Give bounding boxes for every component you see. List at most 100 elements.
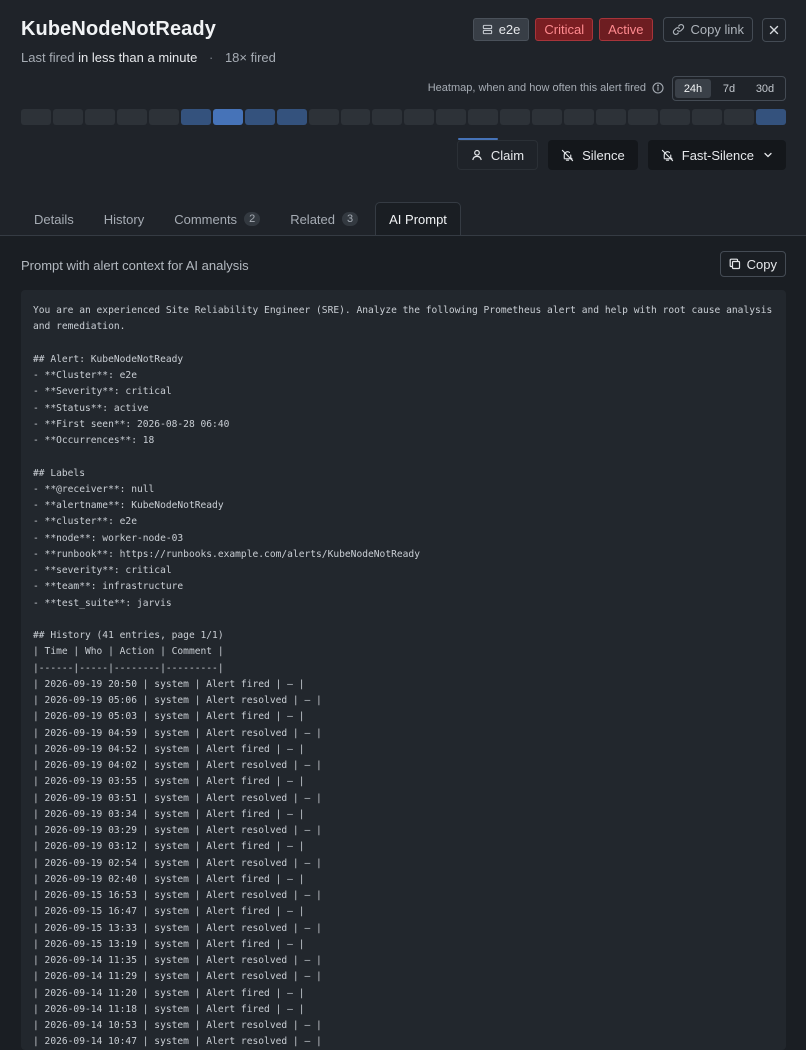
heatmap-cell[interactable] <box>212 109 243 125</box>
tab-history[interactable]: History <box>91 202 157 236</box>
copy-link-button[interactable]: Copy link <box>662 17 753 42</box>
tab-count-badge: 3 <box>342 212 359 226</box>
heatmap-cell[interactable] <box>84 109 115 125</box>
claim-button[interactable]: Claim <box>456 138 539 170</box>
heatmap-cell[interactable] <box>340 109 371 125</box>
heatmap-cell[interactable] <box>180 109 211 125</box>
prompt-line: - **Severity**: critical <box>33 386 172 398</box>
cluster-badge-label: e2e <box>498 22 521 37</box>
range-option-24h[interactable]: 24h <box>675 79 711 98</box>
server-icon <box>482 24 493 35</box>
bell-off-icon <box>561 149 574 162</box>
alert-badges: e2e Critical Active Copy link <box>467 17 786 42</box>
heatmap-cell[interactable] <box>660 109 691 125</box>
heatmap-cell[interactable] <box>532 109 563 125</box>
bell-off-icon <box>661 149 674 162</box>
tab-comments[interactable]: Comments 2 <box>161 202 273 236</box>
heatmap-cell[interactable] <box>436 109 467 125</box>
heatmap-cell[interactable] <box>52 109 83 125</box>
info-icon[interactable] <box>652 82 664 94</box>
tab-related[interactable]: Related 3 <box>277 202 371 236</box>
fast-silence-button[interactable]: Fast-Silence <box>647 140 786 170</box>
prompt-line: | 2026-09-19 02:40 | system | Alert fire… <box>33 873 305 885</box>
cluster-badge: e2e <box>472 18 530 41</box>
prompt-line: | Time | Who | Action | Comment | <box>33 646 224 658</box>
tab-label: Details <box>34 211 74 227</box>
heatmap-cell[interactable] <box>372 109 403 125</box>
prompt-line: | 2026-09-19 03:51 | system | Alert reso… <box>33 792 322 804</box>
prompt-line: - **node**: worker-node-03 <box>33 532 184 544</box>
chevron-down-icon <box>763 150 773 160</box>
close-icon <box>769 25 779 35</box>
user-icon <box>471 149 483 161</box>
prompt-heading: Prompt with alert context for AI analysi… <box>21 258 249 273</box>
alert-title: KubeNodeNotReady <box>21 18 216 40</box>
prompt-line: - **Occurrences**: 18 <box>33 435 155 446</box>
heatmap-cell[interactable] <box>564 109 595 125</box>
alert-subtitle: Last fired in less than a minute · 18× f… <box>21 50 276 65</box>
prompt-line: | 2026-09-14 11:18 | system | Alert fire… <box>33 1003 305 1015</box>
prompt-line: - **Status**: active <box>33 402 149 414</box>
heatmap-cell[interactable] <box>276 109 307 125</box>
heatmap-cell[interactable] <box>692 109 722 125</box>
separator: · <box>208 50 214 65</box>
prompt-line: - **cluster**: e2e <box>33 516 137 528</box>
prompt-line: - **runbook**: https://runbooks.example.… <box>33 548 420 560</box>
prompt-line: | 2026-09-14 10:47 | system | Alert reso… <box>33 1036 322 1048</box>
silence-button[interactable]: Silence <box>548 140 638 170</box>
prompt-line: | 2026-09-19 05:03 | system | Alert fire… <box>33 711 305 723</box>
fast-silence-label: Fast-Silence <box>681 147 754 163</box>
copy-prompt-button[interactable]: Copy <box>719 251 786 277</box>
prompt-line: - **severity**: critical <box>33 565 172 576</box>
heatmap-cell[interactable] <box>628 109 659 125</box>
prompt-line: | 2026-09-19 03:29 | system | Alert reso… <box>33 825 322 836</box>
time-range-selector: 24h 7d 30d <box>672 76 786 101</box>
prompt-line: You are an experienced Site Reliability … <box>33 305 779 333</box>
heatmap-cell[interactable] <box>755 109 786 125</box>
tab-count-badge: 2 <box>244 212 261 226</box>
ai-prompt-panel: Prompt with alert context for AI analysi… <box>0 236 806 1050</box>
tab-details[interactable]: Details <box>21 202 87 236</box>
prompt-line: | 2026-09-15 13:33 | system | Alert reso… <box>33 922 322 934</box>
heatmap <box>21 109 786 125</box>
heatmap-cell[interactable] <box>404 109 435 125</box>
alert-header: KubeNodeNotReady Last fired in less than… <box>0 0 806 236</box>
heatmap-caption-text: Heatmap, when and how often this alert f… <box>427 82 646 94</box>
last-fired-value: in less than a minute <box>78 50 198 65</box>
prompt-line: | 2026-09-19 03:55 | system | Alert fire… <box>33 776 305 788</box>
prompt-line: ## Alert: KubeNodeNotReady <box>33 353 184 365</box>
fired-count: 18× fired <box>224 50 276 65</box>
prompt-line: - **test_suite**: jarvis <box>33 597 172 609</box>
detail-tabs: Details History Comments 2 Related 3 AI … <box>21 202 465 236</box>
heatmap-cell[interactable] <box>596 109 627 125</box>
heatmap-cell[interactable] <box>21 109 51 125</box>
prompt-text-area[interactable]: You are an experienced Site Reliability … <box>21 290 786 1050</box>
heatmap-cell[interactable] <box>723 109 754 125</box>
prompt-line: - **team**: infrastructure <box>33 581 184 593</box>
tab-label: History <box>103 211 145 227</box>
prompt-line: | 2026-09-15 13:19 | system | Alert fire… <box>33 938 305 950</box>
prompt-line: | 2026-09-19 05:06 | system | Alert reso… <box>33 695 322 706</box>
prompt-line: | 2026-09-14 11:29 | system | Alert reso… <box>33 971 322 983</box>
heatmap-cell[interactable] <box>244 109 275 125</box>
range-option-7d[interactable]: 7d <box>711 79 747 98</box>
range-option-30d[interactable]: 30d <box>747 79 783 98</box>
copy-label: Copy <box>746 256 777 272</box>
close-button[interactable] <box>762 17 786 42</box>
prompt-line: - **First seen**: 2026-08-28 06:40 <box>33 418 230 430</box>
prompt-line: | 2026-09-15 16:53 | system | Alert reso… <box>33 890 322 901</box>
prompt-line: | 2026-09-19 20:50 | system | Alert fire… <box>33 678 305 690</box>
heatmap-cell[interactable] <box>148 109 179 125</box>
heatmap-cell[interactable] <box>468 109 499 125</box>
heatmap-cell[interactable] <box>500 109 531 125</box>
prompt-line: | 2026-09-14 10:53 | system | Alert reso… <box>33 1020 322 1031</box>
prompt-line: - **alertname**: KubeNodeNotReady <box>33 500 224 511</box>
link-icon <box>672 23 685 36</box>
claim-label: Claim <box>490 147 525 163</box>
tab-label: AI Prompt <box>389 212 447 227</box>
tab-ai-prompt[interactable]: AI Prompt <box>375 202 461 236</box>
prompt-line: | 2026-09-19 04:59 | system | Alert reso… <box>33 727 322 739</box>
heatmap-cell[interactable] <box>116 109 147 125</box>
silence-label: Silence <box>582 147 625 163</box>
heatmap-cell[interactable] <box>308 109 339 125</box>
